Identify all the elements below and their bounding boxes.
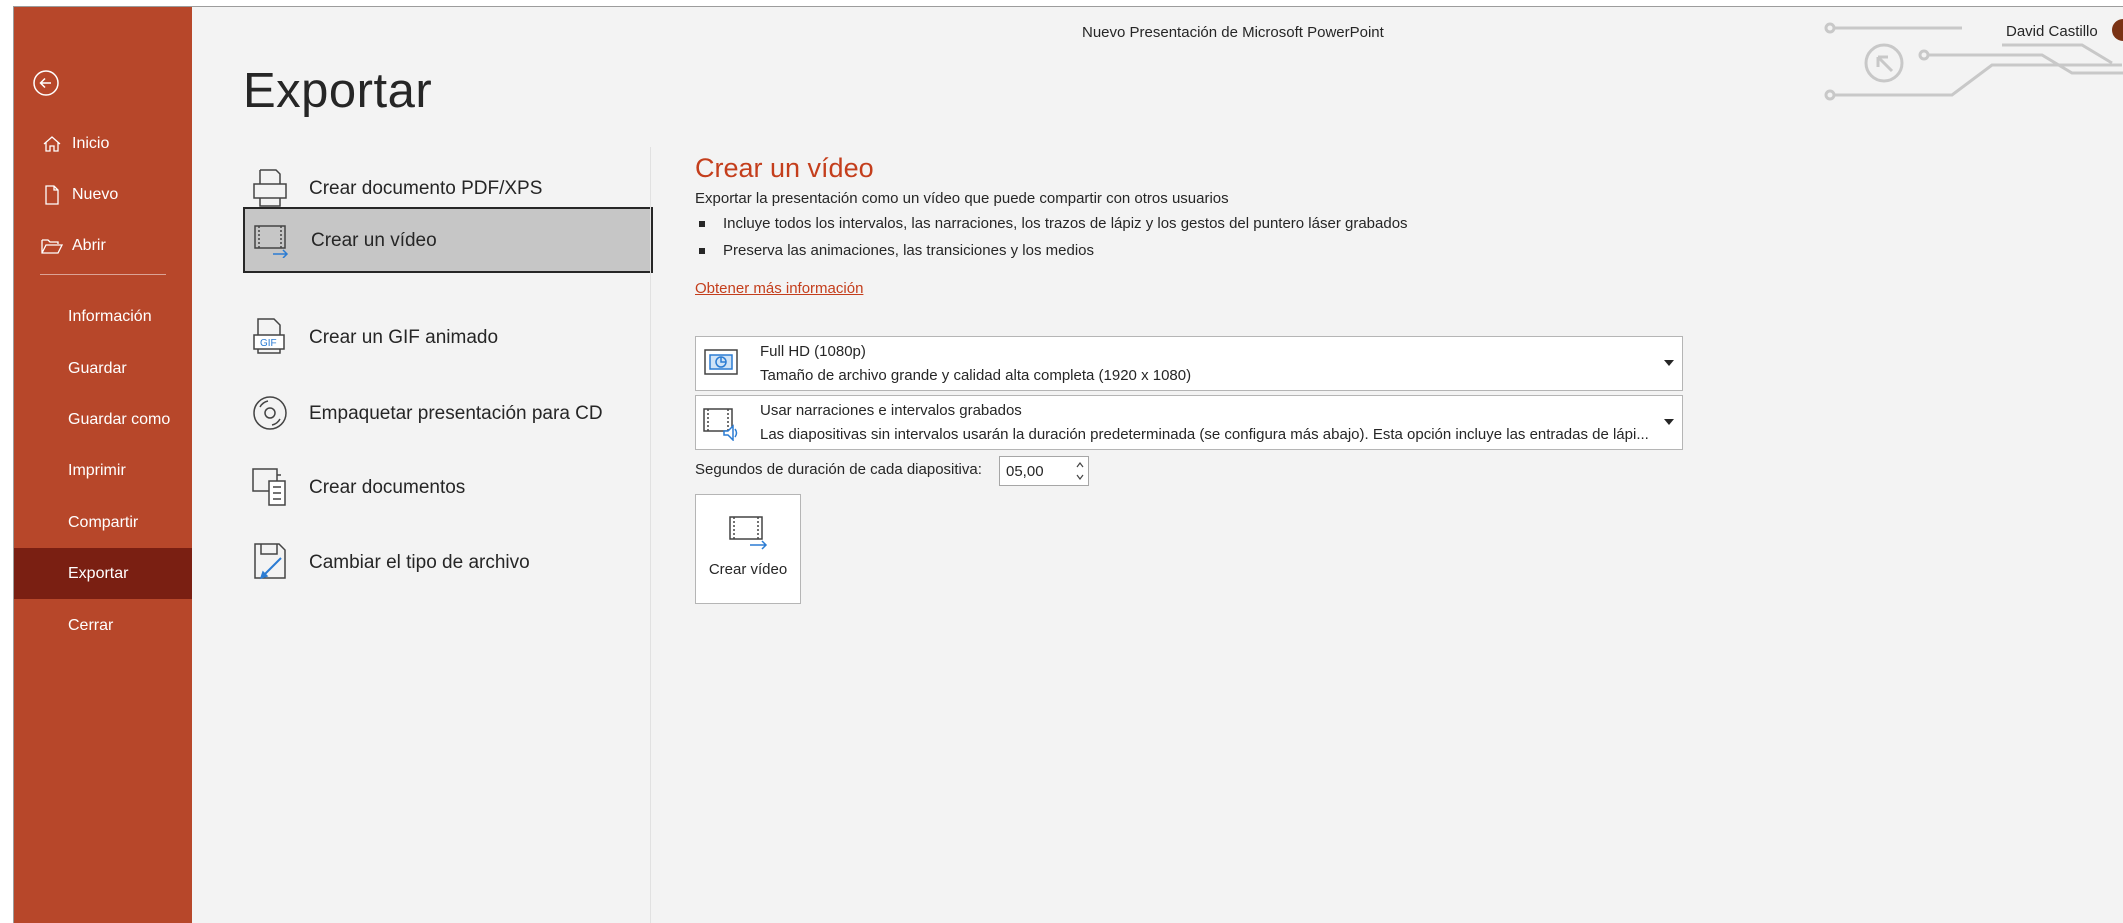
spinner-arrows-icon[interactable]: [1074, 459, 1086, 483]
sidebar-item-nuevo[interactable]: Nuevo: [14, 169, 192, 220]
export-option-label: Crear documentos: [309, 476, 466, 498]
chevron-down-icon: [1664, 419, 1674, 425]
sidebar-item-inicio[interactable]: Inicio: [14, 118, 192, 169]
column-divider: [650, 147, 651, 923]
sidebar-item-label: Abrir: [72, 236, 106, 254]
window-title: Nuevo Presentación de Microsoft PowerPoi…: [1082, 24, 1384, 41]
open-folder-icon: [40, 236, 64, 256]
sidebar-item-compartir[interactable]: Compartir: [14, 497, 192, 548]
sidebar-divider: [40, 274, 166, 275]
detail-title: Crear un vídeo: [695, 153, 874, 183]
bullet-square-icon: [699, 247, 705, 254]
learn-more-link[interactable]: Obtener más información: [695, 280, 863, 297]
seconds-label: Segundos de duración de cada diapositiva…: [695, 461, 982, 478]
gif-icon: GIF: [247, 315, 293, 359]
timing-value: Usar narraciones e intervalos grabados: [760, 402, 1022, 419]
export-option-label: Crear documento PDF/XPS: [309, 177, 543, 199]
bullet-square-icon: [699, 220, 705, 227]
sidebar-item-informacion[interactable]: Información: [14, 291, 192, 342]
sidebar-item-abrir[interactable]: Abrir: [14, 220, 192, 271]
export-option-gif[interactable]: GIF Crear un GIF animado: [243, 304, 653, 370]
export-option-package-cd[interactable]: Empaquetar presentación para CD: [243, 378, 653, 448]
sidebar-item-label: Compartir: [68, 513, 139, 531]
sidebar-item-guardar[interactable]: Guardar: [14, 343, 192, 394]
export-option-label: Crear un GIF animado: [309, 326, 499, 348]
sidebar-item-cerrar[interactable]: Cerrar: [14, 600, 192, 651]
sidebar-item-imprimir[interactable]: Imprimir: [14, 445, 192, 496]
svg-text:GIF: GIF: [260, 338, 277, 349]
sidebar-item-guardar-como[interactable]: Guardar como: [14, 394, 192, 445]
export-option-change-file-type[interactable]: Cambiar el tipo de archivo: [243, 529, 653, 595]
home-icon: [40, 134, 64, 154]
sidebar-item-label: Guardar: [68, 359, 127, 377]
backstage-window: Inicio Nuevo Abrir Información Guardar G…: [13, 6, 2123, 923]
user-name[interactable]: David Castillo: [2006, 23, 2098, 40]
export-option-label: Crear un vídeo: [311, 229, 437, 251]
quality-value: Full HD (1080p): [760, 343, 866, 360]
timing-description: Las diapositivas sin intervalos usarán l…: [760, 426, 1649, 443]
sidebar-item-label: Nuevo: [72, 185, 119, 203]
back-arrow-icon[interactable]: [32, 69, 60, 97]
monitor-icon: [704, 349, 738, 375]
timing-dropdown[interactable]: Usar narraciones e intervalos grabados L…: [695, 395, 1683, 450]
create-video-button[interactable]: Crear vídeo: [695, 494, 801, 604]
sidebar-item-label: Imprimir: [68, 461, 126, 479]
handouts-icon: [247, 465, 293, 509]
bullet-text: Preserva las animaciones, las transicion…: [723, 242, 1094, 259]
narration-timing-icon: [703, 408, 738, 441]
pdf-document-icon: [247, 166, 293, 210]
sidebar-item-label: Guardar como: [68, 410, 171, 428]
sidebar-item-label: Exportar: [68, 564, 129, 582]
bullet-item: Preserva las animaciones, las transicion…: [699, 242, 1094, 259]
video-icon: [729, 516, 768, 550]
export-option-label: Cambiar el tipo de archivo: [309, 551, 530, 573]
video-icon: [249, 218, 295, 262]
bullet-item: Incluye todos los intervalos, las narrac…: [699, 215, 1408, 232]
sidebar-item-label: Información: [68, 307, 152, 325]
sidebar-item-exportar[interactable]: Exportar: [14, 548, 192, 599]
sidebar-item-label: Cerrar: [68, 616, 114, 634]
sidebar-item-label: Inicio: [72, 134, 110, 152]
export-option-video[interactable]: Crear un vídeo: [243, 207, 653, 273]
change-file-type-icon: [247, 540, 293, 584]
export-option-label: Empaquetar presentación para CD: [309, 402, 603, 424]
create-video-label: Crear vídeo: [708, 561, 788, 578]
backstage-sidebar: Inicio Nuevo Abrir Información Guardar G…: [14, 7, 192, 923]
chevron-down-icon: [1664, 360, 1674, 366]
page-title: Exportar: [243, 64, 433, 118]
detail-description: Exportar la presentación como un vídeo q…: [695, 190, 1229, 207]
new-document-icon: [40, 184, 64, 205]
cd-icon: [247, 391, 293, 435]
export-option-handouts[interactable]: Crear documentos: [243, 454, 653, 520]
quality-description: Tamaño de archivo grande y calidad alta …: [760, 367, 1192, 384]
quality-dropdown[interactable]: Full HD (1080p) Tamaño de archivo grande…: [695, 336, 1683, 391]
bullet-text: Incluye todos los intervalos, las narrac…: [723, 215, 1408, 232]
